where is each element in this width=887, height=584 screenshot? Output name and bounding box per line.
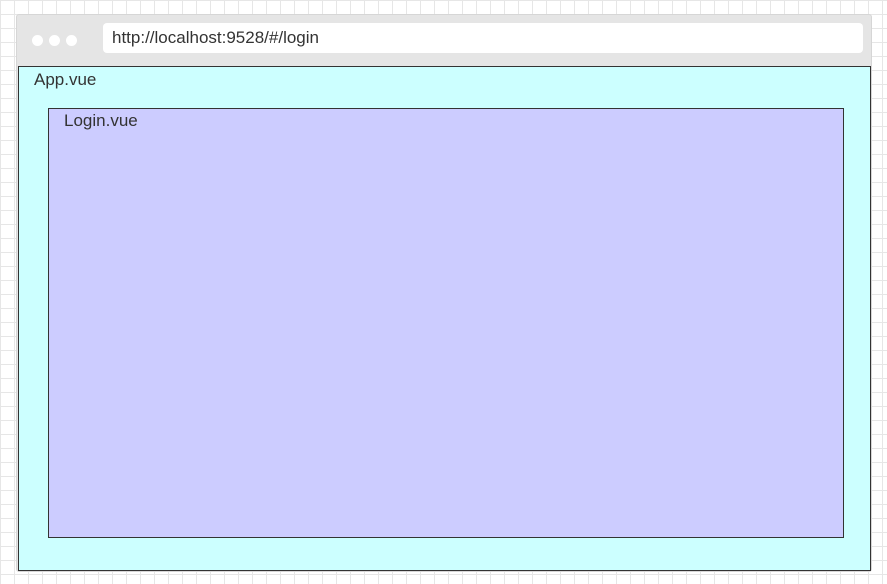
- window-dot-icon: [66, 35, 77, 46]
- app-vue-component: App.vue Login.vue: [18, 66, 871, 571]
- browser-toolbar: http://localhost:9528/#/login: [17, 15, 871, 65]
- window-dot-icon: [49, 35, 60, 46]
- window-controls: [32, 35, 77, 46]
- address-bar[interactable]: http://localhost:9528/#/login: [103, 23, 863, 53]
- browser-window: http://localhost:9528/#/login App.vue Lo…: [16, 14, 872, 572]
- login-vue-component: Login.vue: [48, 108, 844, 538]
- login-vue-label: Login.vue: [64, 111, 138, 130]
- app-vue-label: App.vue: [34, 70, 97, 89]
- window-dot-icon: [32, 35, 43, 46]
